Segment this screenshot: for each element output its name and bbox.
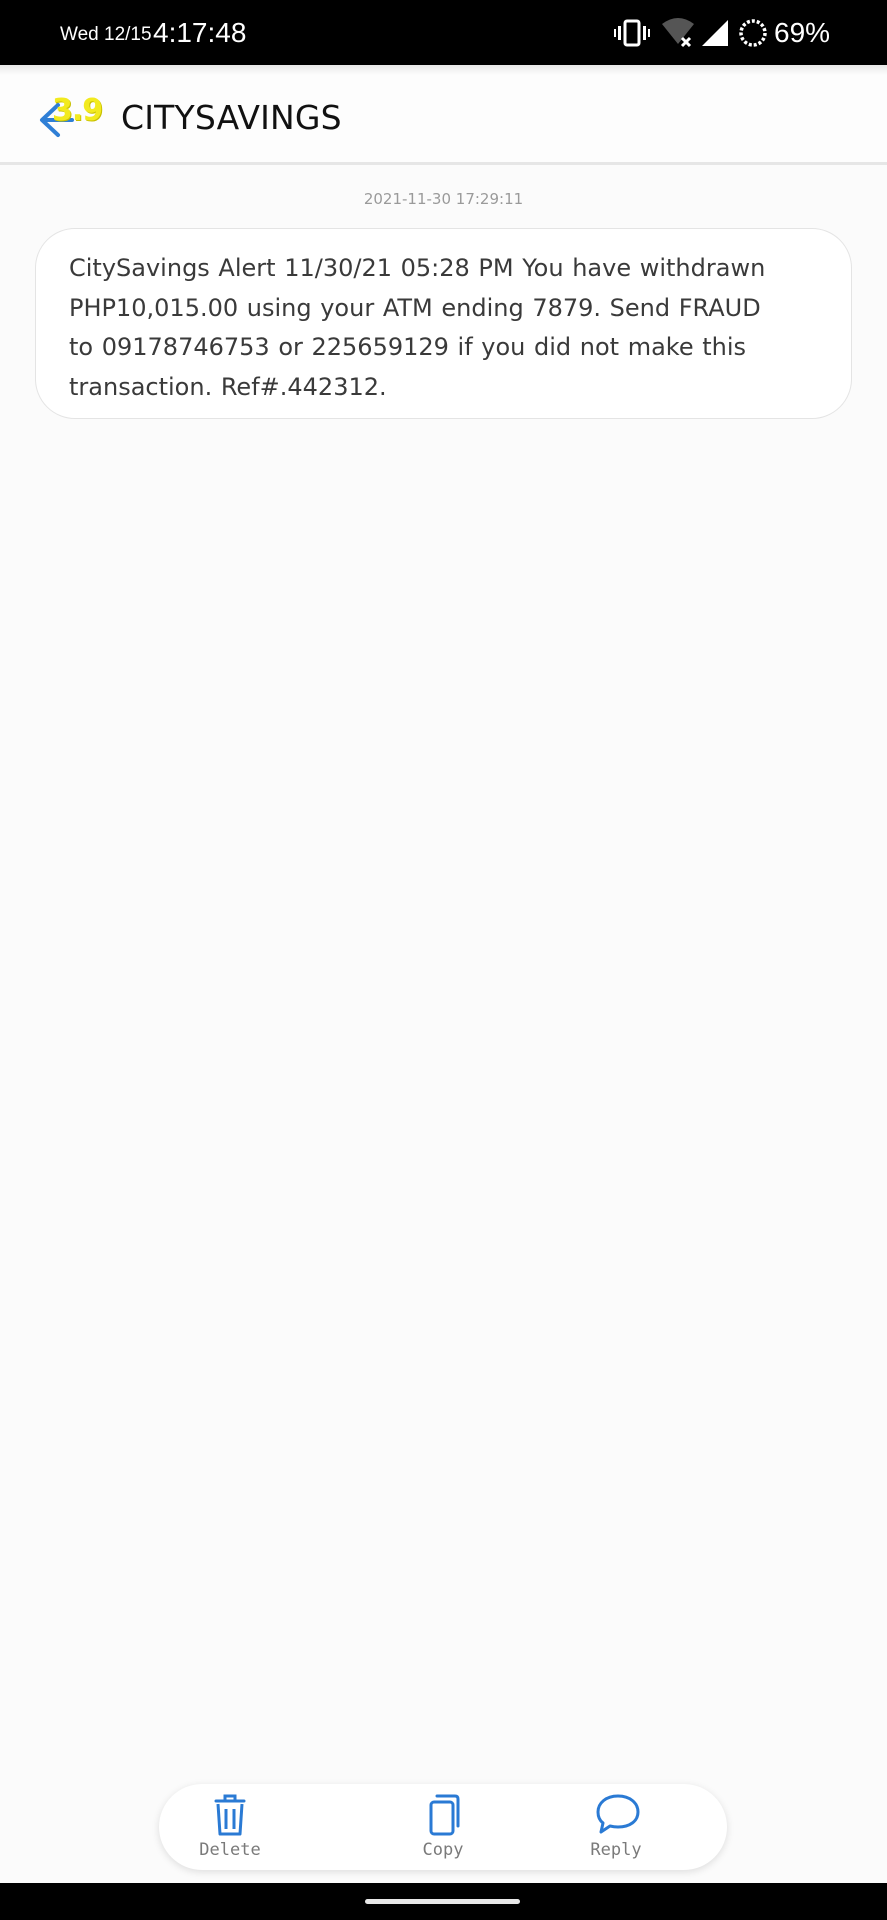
message-timestamp: 2021-11-30 17:29:11	[363, 190, 524, 208]
message-line: CitySavings Alert 11/30/21 05:28 PM You …	[69, 254, 766, 282]
message-line: to 09178746753 or 225659129 if you did n…	[69, 333, 747, 361]
copy-icon	[429, 1794, 460, 1836]
status-date: Wed 12/15	[60, 24, 152, 45]
copy-label: Copy	[422, 1840, 464, 1860]
copy-button[interactable]: Copy	[383, 1784, 503, 1870]
message-bubble[interactable]: CitySavings Alert 11/30/21 05:28 PM You …	[35, 228, 852, 419]
chat-bubble-icon	[596, 1794, 640, 1834]
navigation-bar	[0, 1883, 887, 1920]
home-indicator[interactable]	[365, 1899, 520, 1904]
vibrate-icon	[614, 19, 650, 47]
delete-button[interactable]: Delete	[170, 1784, 290, 1870]
status-time: 4:17:48	[153, 17, 247, 48]
delete-label: Delete	[199, 1840, 261, 1860]
battery-level: 69%	[774, 17, 831, 48]
reply-label: Reply	[590, 1840, 642, 1860]
back-button[interactable]: 3.9	[36, 93, 108, 145]
app-header: 3.9 CITYSAVINGS	[0, 65, 887, 165]
wifi-off-icon	[662, 18, 694, 48]
page-title: CITYSAVINGS	[121, 98, 342, 137]
back-badge: 3.9	[52, 93, 103, 128]
trash-icon	[214, 1794, 246, 1836]
status-bar: Wed 12/15 4:17:48 69%	[0, 0, 887, 65]
signal-icon	[702, 20, 728, 46]
message-line: transaction. Ref#.442312.	[69, 372, 387, 401]
action-bar: Delete Copy Reply	[159, 1784, 727, 1870]
reply-button[interactable]: Reply	[556, 1784, 676, 1870]
message-text: CitySavings Alert 11/30/21 05:28 PM You …	[69, 249, 821, 407]
header-shadow	[0, 65, 887, 75]
message-line: PHP10,015.00 using your ATM ending 7879.…	[69, 293, 761, 322]
screen: Wed 12/15 4:17:48 69% 3.9 CITYSAVINGS 20…	[0, 0, 887, 1920]
battery-ring-icon	[739, 19, 767, 47]
